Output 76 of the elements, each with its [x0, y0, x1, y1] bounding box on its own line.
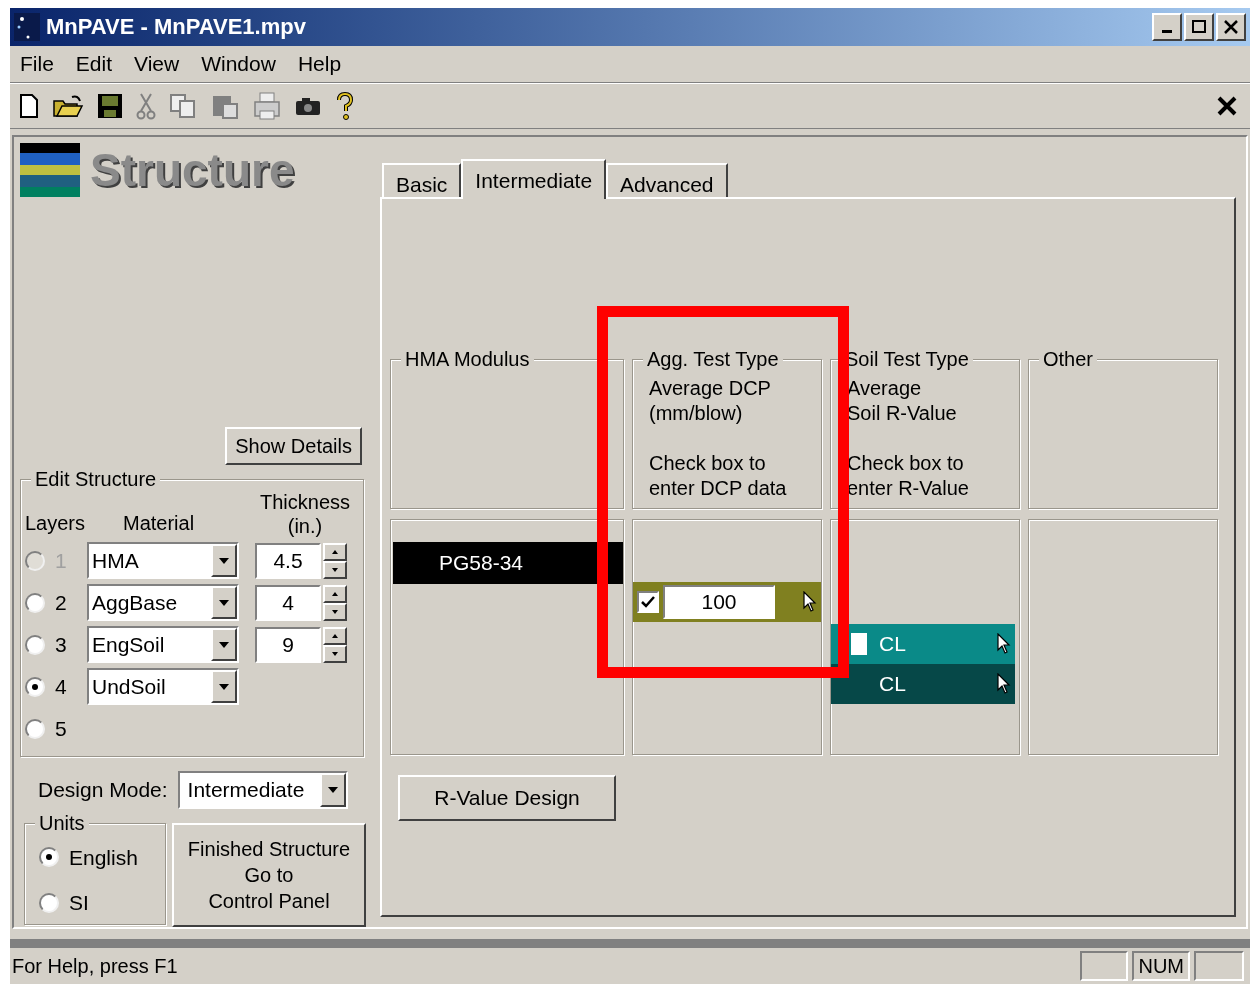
instruction-text: enter DCP data: [649, 475, 788, 501]
instruction-text: enter R-Value: [847, 475, 970, 501]
dcp-entry-row[interactable]: 100: [633, 581, 821, 622]
soil-class-row[interactable]: CL: [831, 623, 1015, 664]
dcp-value-field[interactable]: 100: [663, 584, 775, 619]
close-icon: [1223, 19, 1239, 34]
checkbox[interactable]: [637, 590, 659, 613]
radio-button[interactable]: [39, 847, 59, 868]
menu-item[interactable]: Window: [201, 48, 276, 80]
status-panel: [1194, 951, 1244, 982]
window-title: MnPAVE - MnPAVE1.mpv: [46, 13, 306, 42]
pointer-icon: [803, 590, 817, 613]
maximize-icon: [1191, 19, 1207, 34]
help-icon[interactable]: [334, 90, 356, 121]
maximize-button[interactable]: [1184, 12, 1214, 41]
radio-button[interactable]: [25, 718, 45, 739]
binder-grade-row[interactable]: PG58-34: [393, 541, 623, 584]
tab[interactable]: Basic: [382, 162, 462, 197]
copy-icon[interactable]: [168, 91, 198, 120]
layer-number: 5: [55, 716, 67, 743]
checkbox[interactable]: [851, 632, 867, 655]
radio-button[interactable]: [25, 592, 45, 613]
layer-number: 4: [55, 674, 67, 701]
section-heading: Structure: [90, 147, 295, 193]
radio-button[interactable]: [25, 676, 45, 697]
menu-item[interactable]: File: [20, 48, 54, 80]
layer-number: 3: [55, 632, 67, 659]
instruction-text: Average: [847, 375, 923, 401]
column-header: Material: [123, 511, 196, 537]
soil-class-row[interactable]: CL: [831, 663, 1015, 704]
status-indicator: NUM: [1132, 951, 1190, 982]
radio-button[interactable]: [39, 892, 59, 913]
tab[interactable]: Advanced: [606, 162, 728, 197]
show-details-button[interactable]: Show Details: [225, 427, 362, 466]
thickness-field[interactable]: 9: [255, 626, 321, 663]
material-dropdown[interactable]: AggBase: [87, 584, 239, 622]
close-button[interactable]: [1216, 12, 1246, 41]
app-icon: [14, 12, 40, 41]
design-mode-label: Design Mode:: [38, 776, 168, 803]
minimize-button[interactable]: [1152, 12, 1182, 41]
pointer-icon: [997, 672, 1011, 695]
scissors-icon[interactable]: [136, 91, 156, 120]
unit-option-label: English: [69, 844, 138, 871]
spin-buttons[interactable]: [323, 542, 347, 579]
menu-item[interactable]: Edit: [75, 48, 113, 80]
column-header: Thickness: [260, 490, 350, 515]
unit-option-label: SI: [69, 890, 89, 917]
menu-item[interactable]: Help: [297, 48, 342, 80]
printer-icon[interactable]: [252, 90, 282, 121]
minimize-icon: [1162, 30, 1172, 34]
thickness-field[interactable]: 4: [255, 584, 321, 621]
design-mode-dropdown[interactable]: Intermediate: [177, 770, 348, 809]
radio-button[interactable]: [25, 634, 45, 655]
save-icon[interactable]: [96, 91, 124, 120]
instruction-text: Average DCP: [649, 375, 772, 401]
instruction-text: (mm/blow): [649, 400, 744, 426]
material-dropdown[interactable]: EngSoil: [87, 626, 239, 664]
layer-number: 2: [55, 590, 67, 617]
structure-logo-icon: [20, 143, 80, 197]
tab[interactable]: Intermediate: [461, 158, 607, 199]
column-header: Layers: [25, 511, 87, 537]
status-panel: [1080, 951, 1129, 982]
finish-structure-button[interactable]: Finished Structure Go to Control Panel: [172, 822, 366, 927]
spin-buttons[interactable]: [323, 626, 347, 663]
menu-item[interactable]: View: [134, 48, 180, 80]
pointer-icon: [997, 632, 1011, 655]
column-header: (in.): [287, 514, 323, 539]
instruction-text: Soil R-Value: [847, 400, 958, 426]
material-dropdown[interactable]: UndSoil: [87, 668, 239, 706]
new-file-icon[interactable]: [18, 92, 40, 119]
instruction-text: Check box to: [649, 450, 767, 476]
instruction-text: Check box to: [847, 450, 965, 476]
status-text: For Help, press F1: [12, 954, 178, 980]
checkmark-icon: [641, 595, 655, 608]
spin-buttons[interactable]: [323, 584, 347, 621]
r-value-design-button[interactable]: R-Value Design: [398, 774, 616, 821]
